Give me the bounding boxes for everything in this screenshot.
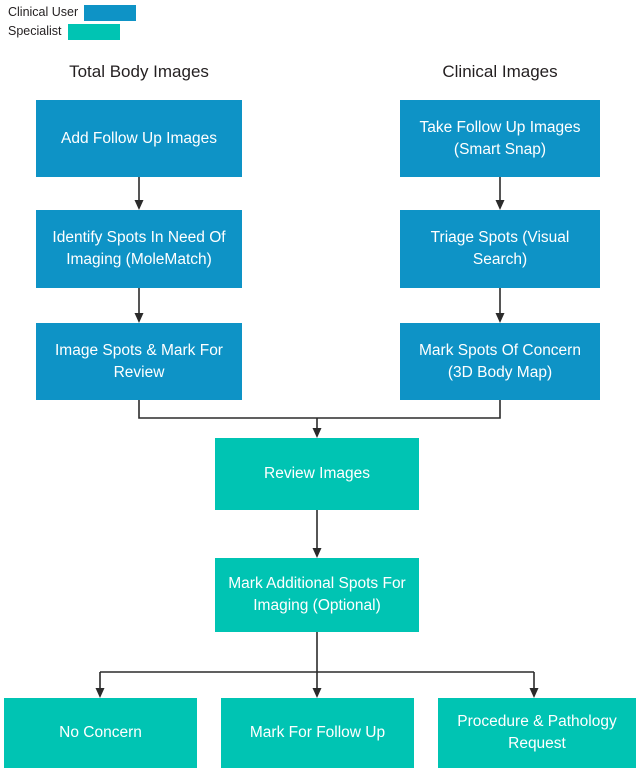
connector-left-1 (134, 177, 144, 210)
node-mark-additional-spots[interactable]: Mark Additional Spots For Imaging (Optio… (215, 558, 419, 632)
node-label: Image Spots & Mark For Review (55, 341, 223, 381)
node-take-follow-up-images[interactable]: Take Follow Up Images (Smart Snap) (400, 100, 600, 177)
connector-right-1 (495, 177, 505, 210)
legend: Clinical User Specialist (8, 4, 137, 42)
flowchart-canvas: Clinical User Specialist Total Body Imag… (0, 0, 640, 775)
connector-review-to-mark-additional (312, 510, 322, 558)
legend-item-clinical-user: Clinical User (8, 4, 137, 21)
legend-swatch-specialist (67, 23, 120, 40)
connector-split-to-outcomes (95, 632, 539, 698)
node-image-spots-mark-review[interactable]: Image Spots & Mark For Review (36, 323, 242, 400)
legend-item-specialist: Specialist (8, 23, 136, 40)
legend-label-clinical-user: Clinical User (8, 5, 79, 19)
node-label: Mark Additional Spots For Imaging (Optio… (228, 575, 406, 614)
legend-swatch-clinical-user (84, 4, 137, 21)
node-label: Mark Spots Of Concern (3D Body Map) (419, 341, 581, 381)
node-label: Take Follow Up Images (Smart Snap) (419, 118, 581, 158)
connector-right-2 (495, 288, 505, 323)
node-no-concern[interactable]: No Concern (4, 698, 197, 768)
node-label: Add Follow Up Images (61, 129, 217, 147)
node-add-follow-up-images[interactable]: Add Follow Up Images (36, 100, 242, 177)
node-identify-spots[interactable]: Identify Spots In Need Of Imaging (MoleM… (36, 210, 242, 288)
node-label: Identify Spots In Need Of Imaging (MoleM… (52, 229, 226, 268)
node-mark-spots-of-concern[interactable]: Mark Spots Of Concern (3D Body Map) (400, 323, 600, 400)
node-triage-spots[interactable]: Triage Spots (Visual Search) (400, 210, 600, 288)
node-review-images[interactable]: Review Images (215, 438, 419, 510)
column-heading-total-body-images: Total Body Images (69, 62, 209, 81)
node-label: Mark For Follow Up (249, 724, 386, 741)
node-label: No Concern (59, 724, 142, 741)
node-mark-for-follow-up[interactable]: Mark For Follow Up (221, 698, 414, 768)
node-label: Procedure & Pathology Request (457, 713, 617, 752)
connector-left-2 (134, 288, 144, 323)
column-heading-clinical-images: Clinical Images (442, 62, 558, 81)
connector-merge-to-review-images (138, 400, 501, 438)
node-procedure-pathology-request[interactable]: Procedure & Pathology Request (438, 698, 636, 768)
legend-label-specialist: Specialist (8, 24, 62, 38)
node-label: Review Images (264, 465, 370, 482)
node-label: Triage Spots (Visual Search) (430, 229, 570, 268)
